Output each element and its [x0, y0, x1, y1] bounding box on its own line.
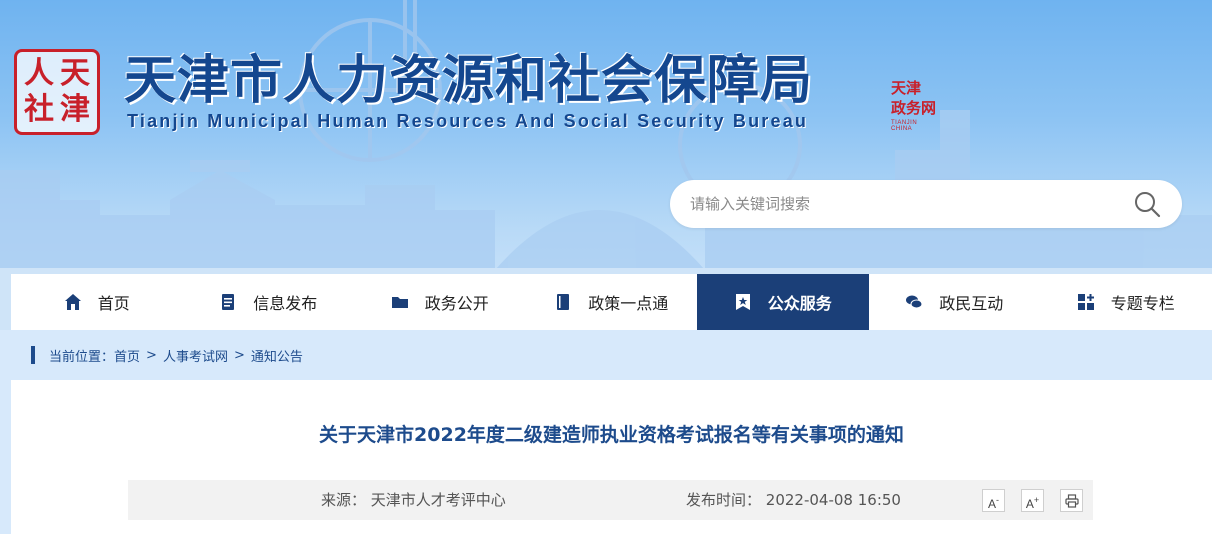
- breadcrumb-separator: >: [146, 347, 157, 363]
- source-label: 来源：: [321, 491, 367, 509]
- nav-item-special-topics[interactable]: 专题专栏: [1040, 274, 1212, 330]
- site-subtitle: Tianjin Municipal Human Resources And So…: [127, 111, 809, 131]
- nav-label: 首页: [97, 294, 130, 313]
- breadcrumb-prefix: 当前位置：: [49, 349, 115, 365]
- breadcrumb-marker: [31, 346, 35, 364]
- seal-char: 人: [24, 56, 54, 91]
- print-icon: [1064, 494, 1079, 508]
- time-label: 发布时间：: [686, 491, 762, 509]
- star-badge-icon: [735, 294, 750, 310]
- nav-label: 政策一点通: [588, 294, 669, 313]
- nav-item-public-service[interactable]: 公众服务: [697, 274, 869, 330]
- chat-icon: [906, 295, 923, 309]
- breadcrumb-link-notices[interactable]: 通知公告: [251, 346, 303, 365]
- seal-char: 津: [60, 92, 90, 127]
- font-smaller-letter: A: [987, 497, 996, 511]
- nav-item-interaction[interactable]: 政民互动: [869, 274, 1041, 330]
- print-button[interactable]: [1060, 489, 1083, 512]
- document-icon: [222, 294, 235, 310]
- font-larger-button[interactable]: A+: [1021, 489, 1044, 512]
- nav-item-info-release[interactable]: 信息发布: [183, 274, 355, 330]
- search-bar: [670, 180, 1182, 228]
- breadcrumb-separator: >: [233, 347, 245, 363]
- font-larger-letter: A: [1025, 497, 1034, 511]
- book-icon: [557, 294, 570, 310]
- nav-label: 政民互动: [939, 294, 1004, 313]
- search-icon[interactable]: [1133, 190, 1161, 218]
- source-value: 天津市人才考评中心: [370, 491, 506, 509]
- breadcrumb-link-home[interactable]: 首页: [114, 346, 140, 365]
- article-publish-time: 发布时间： 2022-04-08 16:50: [686, 480, 901, 520]
- folder-icon: [391, 297, 408, 308]
- article-container: 关于天津市2022年度二级建造师执业资格考试报名等有关事项的通知 来源： 天津市…: [11, 380, 1212, 534]
- time-value: 2022-04-08 16:50: [765, 491, 901, 509]
- bureau-seal-logo[interactable]: 人 天 社 津: [14, 49, 100, 135]
- nav-label: 专题专栏: [1110, 294, 1175, 313]
- breadcrumb-link-exam-site[interactable]: 人事考试网: [163, 346, 228, 365]
- font-larger-mark: +: [1033, 495, 1040, 505]
- search-input[interactable]: [690, 180, 1120, 228]
- nav-item-policy[interactable]: 政策一点通: [526, 274, 698, 330]
- home-icon: [64, 294, 81, 310]
- site-title: 天津市人力资源和社会保障局: [124, 51, 814, 111]
- article-meta-bar: 来源： 天津市人才考评中心 发布时间： 2022-04-08 16:50 A- …: [128, 480, 1093, 520]
- nav-item-home[interactable]: 首页: [11, 274, 183, 330]
- article-title: 关于天津市2022年度二级建造师执业资格考试报名等有关事项的通知: [319, 424, 904, 446]
- tianjin-government-stamp: 天津 政务网 TIANJIN CHINA: [891, 78, 939, 132]
- font-smaller-mark: -: [996, 495, 999, 505]
- seal-char: 天: [60, 56, 90, 91]
- nav-label: 公众服务: [767, 294, 832, 313]
- seal-char: 社: [24, 92, 54, 127]
- nav-label: 信息发布: [253, 294, 318, 313]
- breadcrumb: 当前位置： 首页 > 人事考试网 > 通知公告: [31, 346, 303, 365]
- font-smaller-button[interactable]: A-: [982, 489, 1005, 512]
- article-source: 来源： 天津市人才考评中心: [321, 480, 506, 520]
- grid-plus-icon: [1077, 294, 1094, 310]
- nav-item-government-affairs[interactable]: 政务公开: [354, 274, 526, 330]
- stamp-text: 天津 政务网: [891, 79, 937, 117]
- main-navigation: 首页 信息发布 政务公开 政策一点通 公众服务 政民互动 专题专栏: [11, 274, 1212, 330]
- stamp-subtext: TIANJIN CHINA: [891, 120, 918, 132]
- nav-label: 政务公开: [424, 294, 489, 313]
